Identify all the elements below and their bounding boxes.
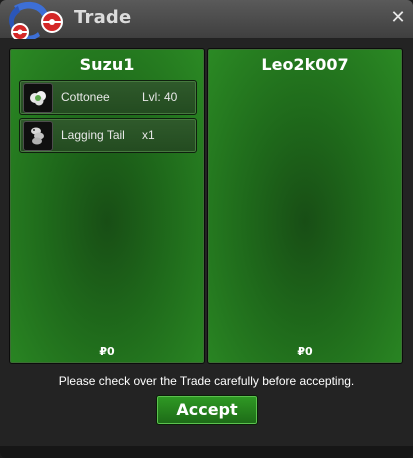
player-name: Leo2k007 (261, 55, 349, 74)
window-title: Trade (74, 7, 132, 28)
player-name: Suzu1 (79, 55, 135, 74)
close-icon[interactable]: ✕ (389, 9, 407, 27)
item-quantity: x1 (142, 128, 155, 142)
trade-panel-partner: Leo2k007 ₽0 (207, 48, 403, 364)
trade-item-cottonee[interactable]: Cottonee Lvl: 40 (19, 80, 197, 115)
trade-item-lagging-tail[interactable]: Lagging Tail x1 (19, 118, 197, 153)
trade-window: Trade ✕ Suzu1 Cottonee Lvl: 40 Lagging T… (0, 0, 413, 458)
bottom-strip (0, 446, 413, 458)
title-bar[interactable]: Trade ✕ (0, 0, 413, 41)
accept-button[interactable]: Accept (156, 395, 258, 425)
cottonee-icon (23, 83, 53, 113)
trade-panel-self: Suzu1 Cottonee Lvl: 40 Lagging Tail x1 ₽… (9, 48, 205, 364)
lagging-tail-icon (23, 121, 53, 151)
money-amount: ₽0 (297, 345, 313, 358)
item-name: Lagging Tail (61, 128, 125, 142)
trade-notice: Please check over the Trade carefully be… (58, 374, 355, 388)
money-amount: ₽0 (99, 345, 115, 358)
item-level: Lvl: 40 (142, 90, 178, 104)
item-name: Cottonee (61, 90, 110, 104)
